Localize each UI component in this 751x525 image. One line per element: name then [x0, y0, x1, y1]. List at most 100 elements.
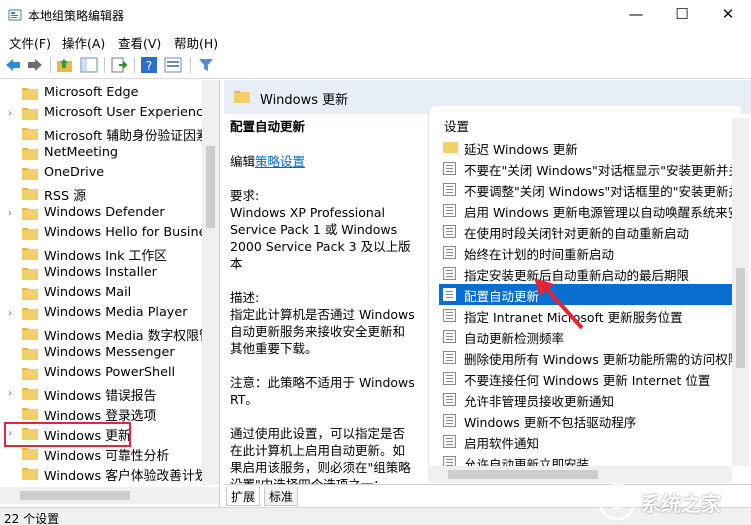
- tree-item[interactable]: Windows 客户体验改善计划: [0, 464, 202, 484]
- tree-item[interactable]: Windows PowerShell: [0, 364, 202, 384]
- red-arrow-annotation: [534, 278, 584, 330]
- policy-setting-icon: [443, 246, 456, 259]
- up-folder-icon[interactable]: [56, 56, 74, 74]
- tree-item-label: Windows Messenger: [44, 345, 175, 360]
- tree-item[interactable]: Windows Installer: [0, 264, 202, 284]
- menu-file[interactable]: 文件(F): [9, 33, 51, 52]
- tree-item-label: Windows Media 数字权限管: [44, 329, 202, 344]
- expand-chevron-icon[interactable]: ›: [8, 388, 16, 400]
- note-text: 注意：此策略不适用于 Windows RT。: [230, 375, 415, 407]
- edit-policy-link[interactable]: 策略设置: [255, 154, 305, 169]
- help-icon[interactable]: ?: [140, 56, 158, 74]
- menu-action[interactable]: 操作(A): [62, 33, 105, 52]
- tree-item[interactable]: Windows Messenger: [0, 344, 202, 364]
- menu-help[interactable]: 帮助(H): [174, 33, 218, 52]
- requirement-text: Windows XP Professional Service Pack 1 或…: [230, 205, 411, 271]
- minimize-button[interactable]: —: [613, 0, 659, 30]
- back-arrow-icon[interactable]: [4, 56, 22, 74]
- tab-standard[interactable]: 标准: [264, 487, 299, 506]
- close-button[interactable]: ✕: [705, 0, 751, 30]
- tree-vertical-scrollbar[interactable]: [202, 80, 219, 485]
- policy-setting-icon: [443, 225, 456, 238]
- policy-setting-row[interactable]: 启用软件通知: [439, 431, 741, 452]
- policy-setting-icon: [443, 351, 456, 364]
- policy-setting-icon: [443, 330, 456, 343]
- policy-setting-row[interactable]: 指定安装更新后自动重新启动的最后期限: [439, 263, 741, 284]
- show-hide-tree-icon[interactable]: [80, 56, 98, 74]
- policy-setting-row[interactable]: 不要在"关闭 Windows"对话框显示"安装更新并关: [439, 158, 741, 179]
- expand-chevron-icon[interactable]: ›: [8, 208, 16, 220]
- folder-icon: [22, 288, 38, 300]
- setting-label: 不要调整"关闭 Windows"对话框里的"安装更新并关: [464, 184, 741, 199]
- tree-item[interactable]: Windows Media 数字权限管: [0, 324, 202, 344]
- policy-setting-row[interactable]: 删除使用所有 Windows 更新功能所需的访问权限: [439, 347, 741, 368]
- tree-item[interactable]: › Microsoft User Experience: [0, 104, 202, 124]
- tree-item[interactable]: Windows Ink 工作区: [0, 244, 202, 264]
- policy-setting-icon: [443, 435, 456, 448]
- folder-icon: [22, 188, 38, 200]
- tree-item-label: Windows Media Player: [44, 305, 188, 320]
- policy-setting-row[interactable]: 不要调整"关闭 Windows"对话框里的"安装更新并关: [439, 179, 741, 200]
- tree-item[interactable]: OneDrive: [0, 164, 202, 184]
- tree-item[interactable]: Windows Hello for Busines: [0, 224, 202, 244]
- folder-icon: [22, 108, 38, 120]
- list-vertical-scrollbar[interactable]: [732, 118, 749, 466]
- menu-bar: 文件(F) 操作(A) 查看(V) 帮助(H): [0, 30, 751, 52]
- folder-icon: [22, 468, 38, 480]
- policy-setting-row[interactable]: 启用 Windows 更新电源管理以自动唤醒系统来安装: [439, 200, 741, 221]
- tree-item[interactable]: Microsoft Edge: [0, 84, 202, 104]
- tree-item[interactable]: NetMeeting: [0, 144, 202, 164]
- policy-setting-row[interactable]: 在使用时段关闭针对更新的自动重新启动: [439, 221, 741, 242]
- export-list-icon[interactable]: [110, 56, 128, 74]
- policy-setting-row[interactable]: 不要连接任何 Windows 更新 Internet 位置: [439, 368, 741, 389]
- policy-setting-icon: [443, 393, 456, 406]
- title-bar: 本地组策略编辑器 — ☐ ✕: [0, 0, 751, 30]
- tree-item[interactable]: › Windows 错误报告: [0, 384, 202, 404]
- settings-column-header[interactable]: 设置: [444, 116, 469, 135]
- setting-label: 不要连接任何 Windows 更新 Internet 位置: [464, 373, 711, 388]
- watermark-logo: 系统之家: [597, 478, 747, 524]
- policy-setting-row[interactable]: 指定 Intranet Microsoft 更新服务位置: [439, 305, 741, 326]
- setting-label: 延迟 Windows 更新: [464, 142, 578, 157]
- policy-setting-row[interactable]: 自动更新检测频率: [439, 326, 741, 347]
- forward-arrow-icon[interactable]: [26, 56, 44, 74]
- maximize-button[interactable]: ☐: [659, 0, 705, 30]
- expand-chevron-icon[interactable]: ›: [8, 308, 16, 320]
- policy-setting-row[interactable]: 配置自动更新: [439, 284, 741, 305]
- usage-text: 通过使用此设置，可以指定是否在此计算机上启用自动更新。如果启用该服务，则必须在"…: [230, 426, 411, 492]
- tree-item-label: Windows Defender: [44, 205, 165, 220]
- tree-item[interactable]: Windows 登录选项: [0, 404, 202, 424]
- edit-label: 编辑: [230, 154, 256, 169]
- setting-label: 在使用时段关闭针对更新的自动重新启动: [464, 226, 690, 241]
- policy-setting-row[interactable]: Windows 更新不包括驱动程序: [439, 410, 741, 431]
- setting-label: 启用 Windows 更新电源管理以自动唤醒系统来安装: [464, 205, 741, 220]
- menu-view[interactable]: 查看(V): [118, 33, 161, 52]
- tree-item-label: Microsoft Edge: [44, 85, 139, 100]
- tree-item[interactable]: › Windows Defender: [0, 204, 202, 224]
- setting-label: 删除使用所有 Windows 更新功能所需的访问权限: [464, 352, 741, 367]
- tree-horizontal-scrollbar[interactable]: [0, 487, 219, 504]
- folder-icon: [22, 88, 38, 100]
- policy-title: 配置自动更新: [230, 119, 306, 134]
- folder-icon: [22, 248, 38, 260]
- folder-icon: [22, 208, 38, 220]
- tab-extended[interactable]: 扩展: [226, 487, 261, 506]
- tree-item-label: Windows Ink 工作区: [44, 249, 167, 264]
- tree-item-label: Microsoft User Experience: [44, 105, 202, 120]
- tree-item[interactable]: Windows 可靠性分析: [0, 444, 202, 464]
- tree-item[interactable]: Windows Mail: [0, 284, 202, 304]
- requirement-label: 要求:: [230, 188, 260, 203]
- tree-item[interactable]: › Windows Media Player: [0, 304, 202, 324]
- policy-setting-row[interactable]: 允许非管理员接收更新通知: [439, 389, 741, 410]
- tree-item-label: Windows 客户体验改善计划: [44, 469, 202, 484]
- tree-item[interactable]: RSS 源: [0, 184, 202, 204]
- list-folder-item[interactable]: 延迟 Windows 更新: [439, 137, 741, 158]
- policy-setting-icon: [443, 162, 456, 175]
- folder-icon: [22, 148, 38, 160]
- tree-item[interactable]: Microsoft 辅助身份验证因素: [0, 124, 202, 144]
- setting-label: 始终在计划的时间重新启动: [464, 247, 615, 262]
- expand-chevron-icon[interactable]: ›: [8, 108, 16, 120]
- filter-icon[interactable]: [197, 56, 215, 74]
- policy-setting-row[interactable]: 始终在计划的时间重新启动: [439, 242, 741, 263]
- properties-icon[interactable]: [164, 56, 182, 74]
